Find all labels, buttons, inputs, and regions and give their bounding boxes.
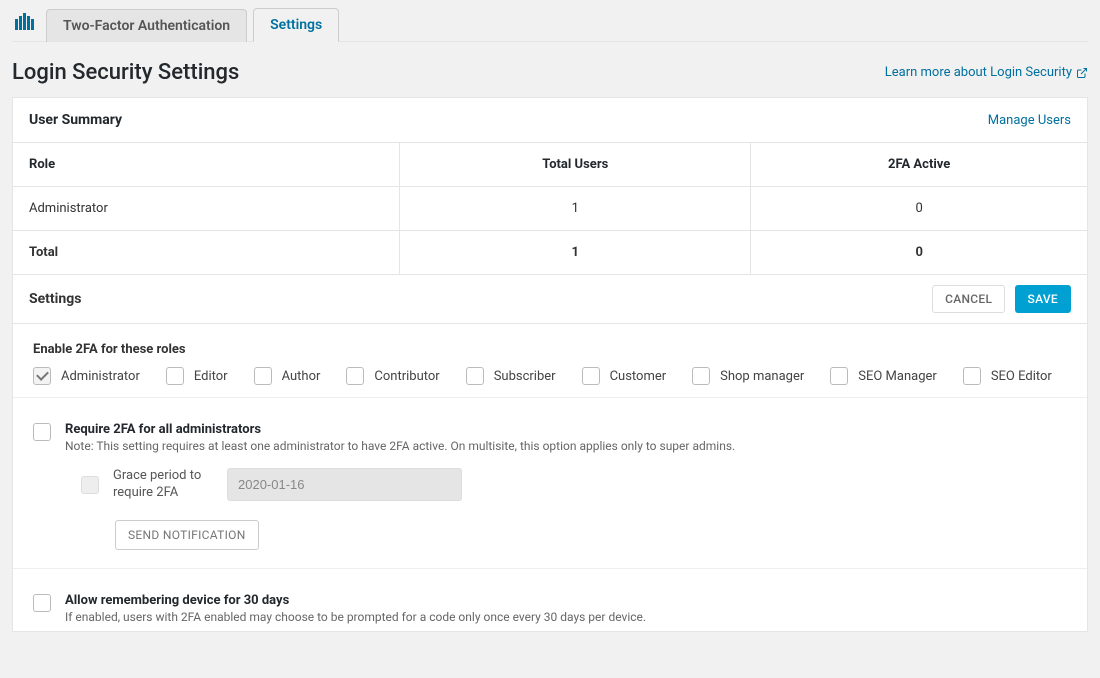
role-label: SEO Editor (991, 369, 1052, 384)
role-label: Author (282, 369, 321, 384)
cell-total-label: Total (13, 231, 400, 275)
role-seo-editor[interactable]: SEO Editor (963, 367, 1052, 385)
role-label: Shop manager (720, 369, 804, 384)
learn-more-link[interactable]: Learn more about Login Security (885, 65, 1088, 80)
role-customer[interactable]: Customer (582, 367, 667, 385)
cell-total-users: 1 (400, 231, 751, 275)
user-summary-title: User Summary (29, 112, 122, 128)
learn-more-label: Learn more about Login Security (885, 65, 1072, 80)
require-2fa-title: Require 2FA for all administrators (65, 422, 735, 437)
require-2fa-section: Require 2FA for all administrators Note:… (13, 397, 1087, 568)
checkbox-icon[interactable] (692, 367, 710, 385)
remember-device-checkbox[interactable] (33, 594, 51, 612)
require-2fa-checkbox[interactable] (33, 423, 51, 441)
user-summary-table: Role Total Users 2FA Active Administrato… (13, 143, 1087, 274)
remember-device-section: Allow remembering device for 30 days If … (13, 568, 1087, 631)
role-editor[interactable]: Editor (166, 367, 228, 385)
grace-period-label: Grace period to require 2FA (113, 468, 213, 502)
col-role: Role (13, 143, 400, 187)
remember-device-title: Allow remembering device for 30 days (65, 593, 646, 608)
role-label: Contributor (374, 369, 439, 384)
checkbox-icon[interactable] (254, 367, 272, 385)
checkbox-icon[interactable] (582, 367, 600, 385)
role-subscriber[interactable]: Subscriber (466, 367, 556, 385)
remember-device-note: If enabled, users with 2FA enabled may c… (65, 610, 646, 624)
checkbox-icon[interactable] (166, 367, 184, 385)
require-2fa-note: Note: This setting requires at least one… (65, 439, 735, 453)
role-label: SEO Manager (858, 369, 937, 384)
tab-settings[interactable]: Settings (253, 8, 339, 42)
checkbox-icon[interactable] (466, 367, 484, 385)
role-shop-manager[interactable]: Shop manager (692, 367, 804, 385)
tab-two-factor-authentication[interactable]: Two-Factor Authentication (46, 9, 247, 42)
role-author[interactable]: Author (254, 367, 321, 385)
checkbox-icon[interactable] (830, 367, 848, 385)
tabstrip: Two-Factor Authentication Settings (12, 0, 1088, 42)
grace-period-checkbox[interactable] (81, 476, 99, 494)
checkbox-icon[interactable] (346, 367, 364, 385)
checkbox-icon[interactable] (963, 367, 981, 385)
save-button[interactable]: SAVE (1015, 285, 1071, 313)
wordfence-logo-icon (12, 12, 38, 32)
page-title: Login Security Settings (12, 60, 239, 85)
role-label: Administrator (61, 369, 140, 384)
role-administrator[interactable]: Administrator (33, 367, 140, 385)
roles-grid: Administrator Editor Author Contributor … (33, 367, 1067, 385)
cell-active: 0 (751, 187, 1087, 231)
external-link-icon (1076, 67, 1088, 79)
cell-total-active: 0 (751, 231, 1087, 275)
col-2fa-active: 2FA Active (751, 143, 1087, 187)
settings-header: Settings CANCEL SAVE (13, 274, 1087, 324)
grace-period-input[interactable] (227, 468, 462, 501)
role-label: Subscriber (494, 369, 556, 384)
send-notification-button[interactable]: SEND NOTIFICATION (115, 520, 259, 550)
cell-total: 1 (400, 187, 751, 231)
manage-users-link[interactable]: Manage Users (988, 113, 1071, 128)
col-total-users: Total Users (400, 143, 751, 187)
table-row: Administrator 1 0 (13, 187, 1087, 231)
cell-role: Administrator (13, 187, 400, 231)
table-row-total: Total 1 0 (13, 231, 1087, 275)
role-seo-manager[interactable]: SEO Manager (830, 367, 937, 385)
cancel-button[interactable]: CANCEL (932, 285, 1005, 313)
settings-title: Settings (29, 291, 81, 307)
enable-2fa-heading: Enable 2FA for these roles (33, 342, 1067, 357)
checkbox-icon[interactable] (33, 367, 51, 385)
role-label: Editor (194, 369, 228, 384)
role-contributor[interactable]: Contributor (346, 367, 439, 385)
role-label: Customer (610, 369, 667, 384)
user-summary-panel: User Summary Manage Users Role Total Use… (12, 97, 1088, 632)
